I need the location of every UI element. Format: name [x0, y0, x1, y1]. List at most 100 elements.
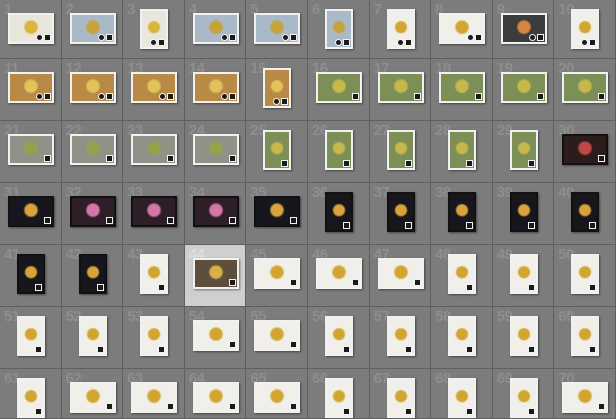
photo-thumbnail[interactable]: [509, 192, 538, 232]
photo-thumbnail[interactable]: [386, 130, 415, 170]
thumbnail-cell[interactable]: 24: [184, 121, 247, 183]
thumbnail-cell[interactable]: 37: [369, 183, 432, 245]
photo-thumbnail[interactable]: [17, 316, 45, 356]
thumbnail-cell[interactable]: 53: [123, 307, 185, 369]
thumbnail-cell[interactable]: 62: [61, 369, 124, 419]
photo-thumbnail[interactable]: [386, 9, 415, 49]
photo-thumbnail[interactable]: [386, 316, 415, 356]
thumbnail-cell[interactable]: 35: [246, 183, 308, 245]
photo-thumbnail[interactable]: [17, 254, 45, 294]
photo-thumbnail[interactable]: [324, 130, 353, 170]
thumbnail-cell[interactable]: 57: [369, 307, 432, 369]
thumbnail-cell[interactable]: 55: [246, 307, 308, 369]
photo-thumbnail[interactable]: [324, 316, 353, 356]
thumbnail-cell[interactable]: 8: [431, 0, 493, 59]
thumbnail-cell[interactable]: 54: [184, 307, 247, 369]
thumbnail-cell[interactable]: 36: [307, 183, 370, 245]
thumbnail-cell[interactable]: 58: [431, 307, 493, 369]
thumbnail-cell[interactable]: 59: [492, 307, 555, 369]
photo-thumbnail[interactable]: [439, 72, 486, 103]
photo-thumbnail[interactable]: [439, 13, 486, 44]
photo-thumbnail[interactable]: [254, 13, 301, 44]
thumbnail-cell[interactable]: 28: [431, 121, 493, 183]
thumbnail-cell[interactable]: 26: [307, 121, 370, 183]
photo-thumbnail[interactable]: [448, 254, 477, 294]
photo-thumbnail[interactable]: [448, 316, 477, 356]
thumbnail-cell[interactable]: 64: [184, 369, 247, 419]
thumbnail-cell[interactable]: 27: [369, 121, 432, 183]
thumbnail-cell[interactable]: 19: [492, 59, 555, 121]
photo-thumbnail[interactable]: [192, 134, 239, 165]
photo-thumbnail[interactable]: [69, 13, 116, 44]
photo-thumbnail[interactable]: [263, 130, 292, 170]
photo-thumbnail[interactable]: [500, 13, 547, 44]
thumbnail-cell[interactable]: 47: [369, 245, 432, 307]
thumbnail-cell[interactable]: 2: [61, 0, 124, 59]
thumbnail-cell[interactable]: 38: [431, 183, 493, 245]
thumbnail-cell[interactable]: 11: [0, 59, 62, 121]
photo-thumbnail[interactable]: [324, 192, 353, 232]
photo-thumbnail[interactable]: [69, 134, 116, 165]
photo-thumbnail[interactable]: [562, 134, 609, 165]
photo-thumbnail[interactable]: [509, 254, 538, 294]
thumbnail-cell[interactable]: 65: [246, 369, 308, 419]
photo-thumbnail[interactable]: [17, 378, 45, 418]
photo-thumbnail[interactable]: [509, 130, 538, 170]
photo-thumbnail[interactable]: [192, 382, 239, 413]
thumbnail-cell[interactable]: 31: [0, 183, 62, 245]
photo-thumbnail[interactable]: [140, 9, 169, 49]
thumbnail-cell[interactable]: 9: [492, 0, 555, 59]
thumbnail-cell[interactable]: 56: [307, 307, 370, 369]
photo-thumbnail[interactable]: [8, 72, 54, 103]
photo-thumbnail[interactable]: [571, 316, 600, 356]
photo-thumbnail[interactable]: [69, 196, 116, 227]
photo-thumbnail[interactable]: [69, 382, 116, 413]
photo-thumbnail[interactable]: [192, 13, 239, 44]
thumbnail-cell[interactable]: 29: [492, 121, 555, 183]
thumbnail-cell[interactable]: 69: [492, 369, 555, 419]
photo-thumbnail[interactable]: [140, 316, 169, 356]
thumbnail-cell[interactable]: 25: [246, 121, 308, 183]
thumbnail-cell[interactable]: 15: [246, 59, 308, 121]
thumbnail-cell[interactable]: 4: [184, 0, 247, 59]
thumbnail-cell[interactable]: 49: [492, 245, 555, 307]
photo-thumbnail[interactable]: [8, 13, 54, 44]
thumbnail-cell[interactable]: 44: [184, 245, 247, 307]
thumbnail-cell[interactable]: 21: [0, 121, 62, 183]
thumbnail-cell[interactable]: 41: [0, 245, 62, 307]
thumbnail-cell[interactable]: 40: [554, 183, 616, 245]
photo-thumbnail[interactable]: [315, 72, 362, 103]
photo-thumbnail[interactable]: [448, 192, 477, 232]
thumbnail-cell[interactable]: 5: [246, 0, 308, 59]
thumbnail-cell[interactable]: 61: [0, 369, 62, 419]
thumbnail-cell[interactable]: 39: [492, 183, 555, 245]
thumbnail-cell[interactable]: 43: [123, 245, 185, 307]
photo-thumbnail[interactable]: [571, 254, 600, 294]
thumbnail-cell[interactable]: 46: [307, 245, 370, 307]
thumbnail-cell[interactable]: 51: [0, 307, 62, 369]
photo-thumbnail[interactable]: [263, 68, 292, 108]
thumbnail-cell[interactable]: 1: [0, 0, 62, 59]
photo-thumbnail[interactable]: [192, 72, 239, 103]
photo-thumbnail[interactable]: [254, 258, 301, 289]
thumbnail-cell[interactable]: 50: [554, 245, 616, 307]
photo-thumbnail[interactable]: [8, 196, 54, 227]
photo-thumbnail[interactable]: [509, 378, 538, 418]
thumbnail-cell[interactable]: 33: [123, 183, 185, 245]
photo-thumbnail[interactable]: [69, 72, 116, 103]
photo-thumbnail[interactable]: [78, 254, 107, 294]
photo-thumbnail[interactable]: [140, 254, 169, 294]
thumbnail-cell[interactable]: 48: [431, 245, 493, 307]
thumbnail-cell[interactable]: 70: [554, 369, 616, 419]
thumbnail-cell[interactable]: 45: [246, 245, 308, 307]
photo-thumbnail[interactable]: [131, 196, 178, 227]
photo-thumbnail[interactable]: [254, 196, 301, 227]
thumbnail-cell[interactable]: 34: [184, 183, 247, 245]
photo-thumbnail[interactable]: [562, 382, 609, 413]
thumbnail-cell[interactable]: 52: [61, 307, 124, 369]
thumbnail-cell[interactable]: 18: [431, 59, 493, 121]
thumbnail-cell[interactable]: 68: [431, 369, 493, 419]
photo-thumbnail[interactable]: [386, 378, 415, 418]
photo-thumbnail[interactable]: [254, 382, 301, 413]
thumbnail-cell[interactable]: 13: [123, 59, 185, 121]
